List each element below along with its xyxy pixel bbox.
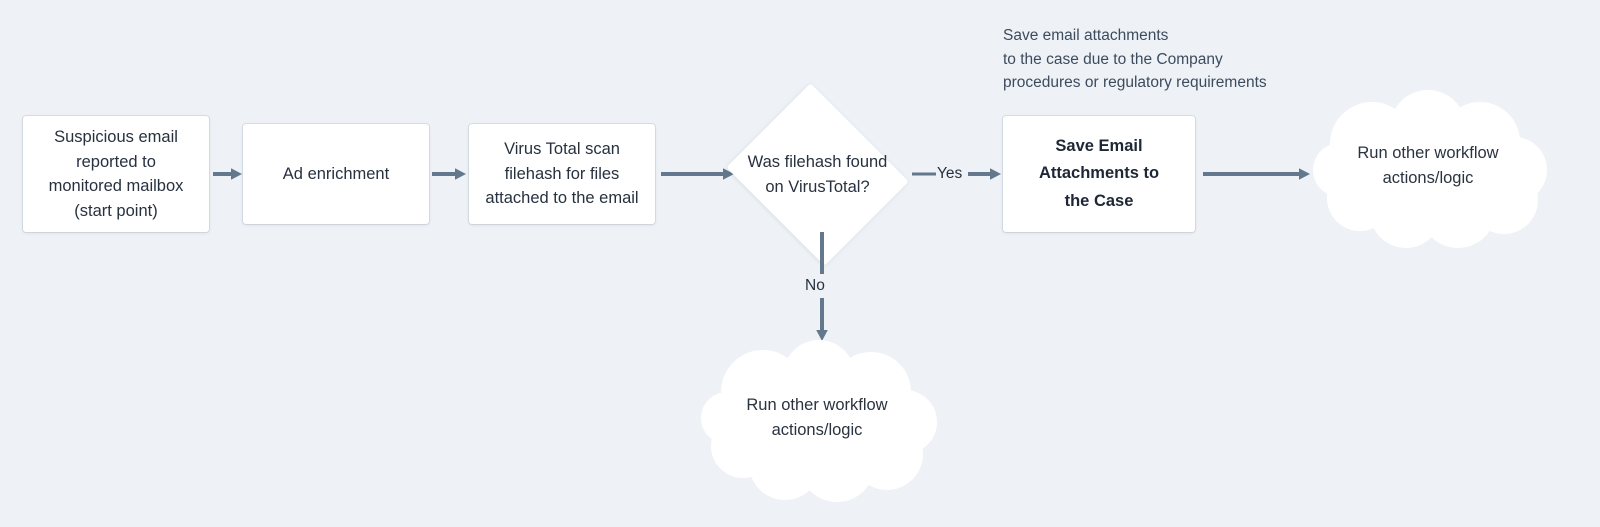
connector-start-to-ad-enrichment xyxy=(213,163,243,185)
annotation-save-note: Save email attachments to the case due t… xyxy=(1003,27,1267,91)
node-ad-enrichment[interactable]: Ad enrichment xyxy=(243,124,429,224)
connector-ad-enrichment-to-virus-total xyxy=(432,163,467,185)
node-virus-total-scan-label: Virus Total scan filehash for files atta… xyxy=(485,140,639,208)
node-cloud-run-other-workflow-no-label: Run other workflow actions/logic xyxy=(746,396,888,439)
edge-label-yes: Yes xyxy=(937,165,963,182)
connector-decision-yes-arrow xyxy=(968,163,1002,185)
node-decision-filehash-found-label: Was filehash found on VirusTotal? xyxy=(747,152,888,196)
connector-save-to-cloud-yes xyxy=(1203,163,1311,185)
node-cloud-run-other-workflow-yes-label: Run other workflow actions/logic xyxy=(1357,144,1499,187)
node-decision-filehash-found[interactable]: Was filehash found on VirusTotal? xyxy=(726,83,909,266)
flowchart-canvas: Save email attachments to the case due t… xyxy=(0,0,1600,527)
edge-label-no: No xyxy=(805,277,825,294)
connector-decision-no-arrow xyxy=(811,298,833,342)
node-suspicious-email-start-label: Suspicious email reported to monitored m… xyxy=(48,128,184,220)
node-cloud-run-other-workflow-yes[interactable]: Run other workflow actions/logic xyxy=(1308,90,1548,248)
node-save-email-attachments-label: Save Email Attachments to the Case xyxy=(1038,136,1160,210)
connector-decision-no-stub xyxy=(811,232,833,274)
node-ad-enrichment-label: Ad enrichment xyxy=(282,164,390,183)
node-cloud-run-other-workflow-no[interactable]: Run other workflow actions/logic xyxy=(697,340,937,502)
node-suspicious-email-start[interactable]: Suspicious email reported to monitored m… xyxy=(23,116,209,232)
node-virus-total-scan[interactable]: Virus Total scan filehash for files atta… xyxy=(469,124,655,224)
node-save-email-attachments[interactable]: Save Email Attachments to the Case xyxy=(1003,116,1195,232)
